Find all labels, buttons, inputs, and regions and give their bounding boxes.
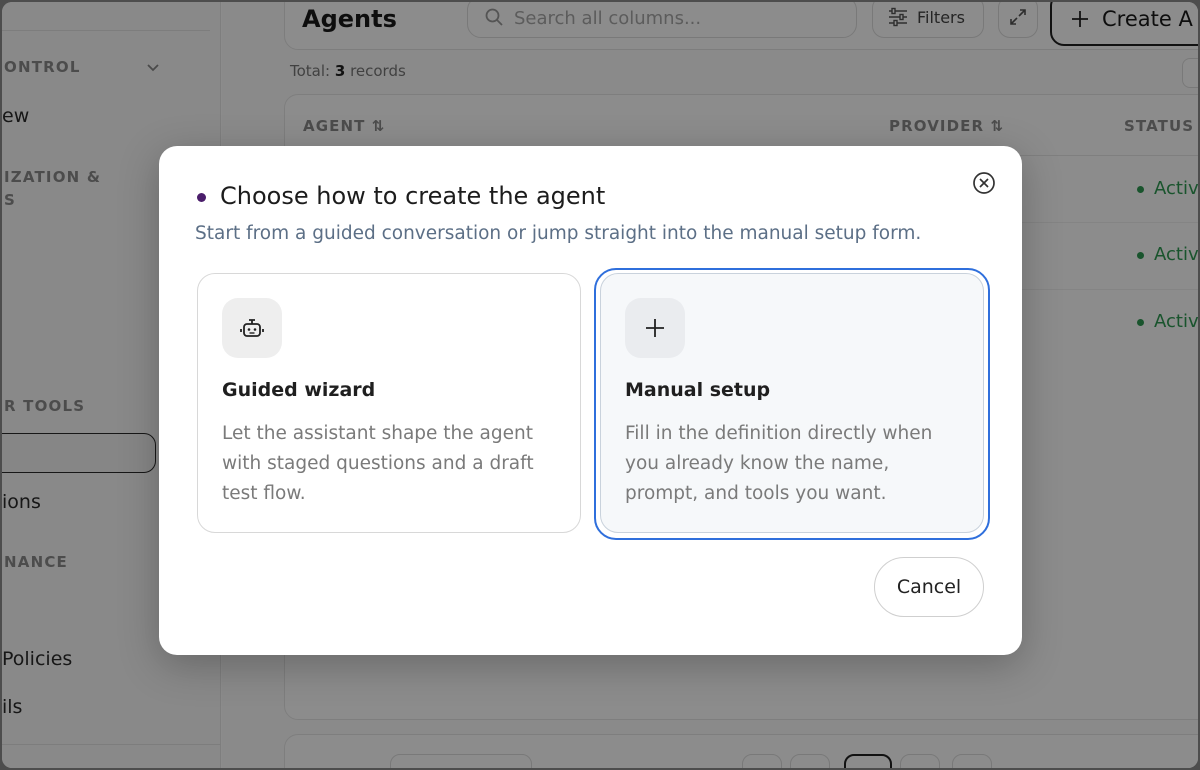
plus-icon [625, 298, 685, 358]
dialog-subtitle: Start from a guided conversation or jump… [195, 223, 922, 244]
create-agent-dialog: Choose how to create the agent Start fro… [159, 146, 1022, 655]
dialog-title: Choose how to create the agent [220, 182, 606, 210]
close-icon[interactable] [971, 170, 997, 196]
title-dot [197, 193, 206, 202]
option-title: Manual setup [625, 379, 771, 401]
option-title: Guided wizard [222, 379, 376, 401]
option-description: Fill in the definition directly when you… [625, 423, 933, 504]
manual-setup-option[interactable]: Manual setup Fill in the definition dire… [600, 273, 984, 533]
robot-icon [222, 298, 282, 358]
option-description: Let the assistant shape the agent with s… [222, 423, 534, 504]
guided-wizard-option[interactable]: Guided wizard Let the assistant shape th… [197, 273, 581, 533]
cancel-button[interactable]: Cancel [874, 557, 984, 617]
